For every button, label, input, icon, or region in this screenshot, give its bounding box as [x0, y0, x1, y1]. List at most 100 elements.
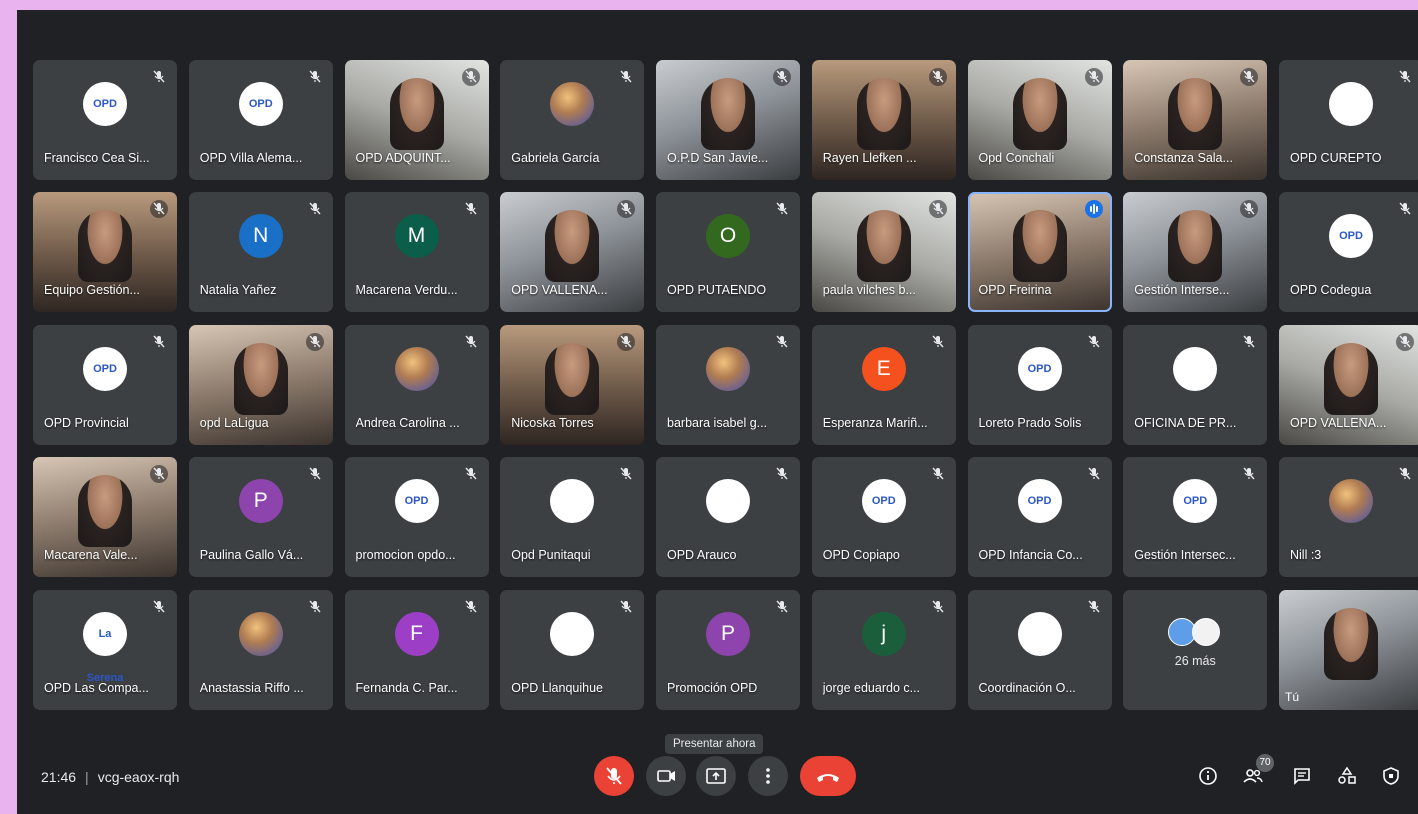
participant-tile[interactable]: 26 más: [1123, 589, 1268, 710]
mic-off-icon: [773, 200, 791, 218]
participant-tile[interactable]: OPD Llanquihue: [500, 589, 645, 710]
participant-tile[interactable]: OPD OPD Copiapo: [811, 457, 956, 578]
leave-call-button[interactable]: [800, 756, 856, 796]
mic-off-icon: [1240, 333, 1258, 351]
mic-off-icon: [1085, 598, 1103, 616]
participant-name: OFICINA DE PR...: [1134, 415, 1237, 430]
mic-off-icon: [617, 598, 635, 616]
participant-tile[interactable]: OPD Francisco Cea Si...: [33, 60, 177, 180]
participant-video: [1168, 210, 1223, 283]
participant-tile[interactable]: F Fernanda C. Par...: [344, 589, 489, 710]
mic-off-icon: [617, 68, 635, 86]
participant-name: OPD Villa Alema...: [199, 151, 303, 165]
participant-name: OPD Las Compa...: [44, 680, 149, 695]
participant-name: OPD VALLENA...: [511, 283, 608, 298]
chat-button[interactable]: [1288, 762, 1316, 790]
more-options-button[interactable]: [748, 756, 788, 796]
participant-tile[interactable]: OPD VALLENA...: [1279, 324, 1418, 445]
avatar: [394, 346, 439, 391]
participant-tile[interactable]: Opd Conchali: [967, 60, 1112, 180]
host-controls-button[interactable]: [1377, 762, 1405, 790]
participant-tile[interactable]: E Esperanza Mariñ...: [811, 324, 956, 445]
camera-toggle-button[interactable]: [646, 756, 686, 796]
participant-name: OPD Llanquihue: [511, 680, 603, 695]
mic-off-icon: [773, 68, 791, 86]
participant-name: Anastassia Riffo ...: [199, 680, 304, 695]
participant-tile[interactable]: P Promoción OPD: [656, 589, 800, 710]
avatar: [550, 611, 595, 656]
participant-tile[interactable]: OPD ADQUINT...: [344, 60, 489, 180]
avatar: OPD: [1329, 214, 1373, 259]
avatar: OPD: [861, 479, 906, 524]
avatar: OPD: [1173, 479, 1218, 524]
clock-time: 21:46: [41, 769, 77, 785]
participant-tile[interactable]: O OPD PUTAENDO: [656, 192, 800, 313]
participant-video: [856, 210, 911, 283]
participant-tile[interactable]: OPD Arauco: [656, 457, 800, 578]
participant-tile[interactable]: O.P.D San Javie...: [656, 60, 800, 180]
mic-off-icon: [1240, 200, 1259, 219]
mic-off-icon: [617, 332, 636, 351]
present-now-button[interactable]: [696, 756, 736, 796]
participant-tile[interactable]: OPD OPD Villa Alema...: [188, 60, 333, 180]
mic-off-icon: [1396, 68, 1414, 86]
participant-tile[interactable]: barbara isabel g...: [656, 324, 800, 445]
mic-off-icon: [773, 598, 791, 616]
participant-tile[interactable]: M Macarena Verdu...: [344, 192, 489, 313]
participant-tile[interactable]: j jorge eduardo c...: [811, 589, 956, 710]
participant-name: OPD ADQUINT...: [355, 151, 451, 165]
participant-tile[interactable]: Coordinación O...: [967, 589, 1112, 710]
mic-off-icon: [773, 465, 791, 483]
participant-tile[interactable]: Macarena Vale...: [33, 457, 177, 578]
participant-tile[interactable]: OPD OPD Infancia Co...: [967, 457, 1112, 578]
mic-off-icon: [305, 332, 324, 351]
participant-video: [1324, 607, 1378, 680]
participant-tile[interactable]: paula vilches b...: [811, 192, 956, 313]
participant-tile[interactable]: La Serena OPD Las Compa...: [33, 589, 177, 710]
activities-button[interactable]: [1333, 762, 1361, 790]
participant-tile[interactable]: Gestión Interse...: [1123, 192, 1268, 313]
participant-name: OPD CUREPTO: [1290, 151, 1382, 165]
mic-off-icon: [929, 333, 947, 351]
meeting-details-button[interactable]: [1194, 762, 1222, 790]
avatar: OPD: [238, 82, 283, 126]
participant-tile[interactable]: OPD Gestión Intersec...: [1123, 457, 1268, 578]
participant-tile[interactable]: Equipo Gestión...: [33, 192, 177, 313]
participant-tile[interactable]: Nill :3: [1279, 457, 1418, 578]
participant-tile[interactable]: OFICINA DE PR...: [1123, 324, 1268, 445]
avatar-logo-text: OPD: [404, 495, 429, 508]
avatar-logo-text: OPD: [93, 98, 117, 110]
avatar: OPD: [394, 479, 439, 524]
mic-off-icon: [150, 465, 168, 484]
participant-tile[interactable]: Andrea Carolina ...: [344, 324, 489, 445]
info-icon: [1194, 762, 1222, 790]
meet-window: OPD Francisco Cea Si... OPD OPD Villa Alema…: [17, 10, 1418, 814]
mic-off-icon: [929, 598, 947, 616]
participant-tile[interactable]: OPD promocion opdo...: [344, 457, 489, 578]
participant-tile[interactable]: OPD Loreto Prado Solis: [967, 324, 1112, 445]
participant-tile[interactable]: P Paulina Gallo Vá...: [188, 457, 333, 578]
participant-tile[interactable]: Constanza Sala...: [1123, 60, 1268, 180]
participant-tile[interactable]: OPD CUREPTO: [1279, 60, 1418, 180]
participant-name: Gabriela García: [511, 151, 600, 165]
participant-tile[interactable]: Nicoska Torres: [500, 324, 645, 445]
participant-tile[interactable]: Tú: [1279, 589, 1418, 710]
participant-name: Rayen Llefken ...: [822, 151, 917, 165]
meeting-code[interactable]: vcg-eaox-rqh: [98, 769, 180, 785]
mic-off-icon: [150, 598, 168, 616]
participant-tile[interactable]: OPD OPD Provincial: [33, 324, 177, 445]
participant-tile[interactable]: OPD VALLENA...: [500, 192, 645, 313]
present-screen-icon: [696, 756, 736, 796]
participant-tile[interactable]: N Natalia Yañez: [188, 192, 333, 313]
participant-tile[interactable]: OPD Freirina: [967, 192, 1112, 313]
mic-toggle-button[interactable]: [594, 756, 634, 796]
bottom-toolbar: 21:46 | vcg-eaox-rqh: [17, 744, 1418, 814]
participant-tile[interactable]: Anastassia Riffo ...: [188, 589, 333, 710]
participant-tile[interactable]: Opd Punitaqui: [500, 457, 645, 578]
participant-tile[interactable]: OPD OPD Codegua: [1279, 192, 1418, 313]
chat-icon: [1288, 762, 1316, 790]
participant-tile[interactable]: Rayen Llefken ...: [811, 60, 956, 180]
participant-tile[interactable]: opd LaLigua: [188, 324, 333, 445]
participant-video: [1168, 78, 1223, 150]
participant-tile[interactable]: Gabriela García: [500, 60, 645, 180]
